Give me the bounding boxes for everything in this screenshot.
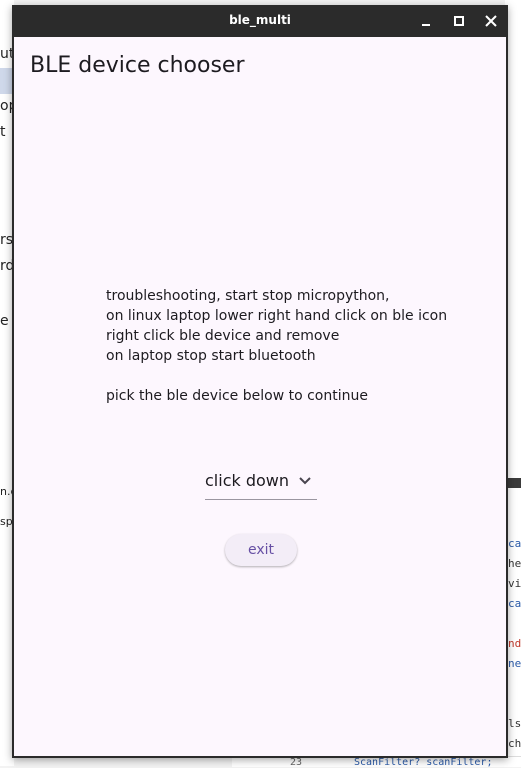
background-code: cat <box>508 537 521 550</box>
background-code: lsc <box>508 717 521 730</box>
background-line-number: 23 <box>290 757 303 768</box>
instruction-line: on laptop stop start bluetooth <box>106 348 316 364</box>
background-code: neu <box>508 657 521 670</box>
minimize-button[interactable] <box>416 11 436 31</box>
background-text: e <box>0 313 9 329</box>
background-code: cat <box>508 597 521 610</box>
background-code: vic <box>508 577 521 590</box>
background-code: her <box>508 557 521 570</box>
minimize-icon <box>422 24 430 26</box>
exit-button[interactable]: exit <box>225 534 297 566</box>
instruction-line: pick the ble device below to continue <box>106 388 368 404</box>
background-text: sp <box>0 515 13 528</box>
app-window: ble_multi BLE device chooser troubleshoo… <box>12 5 508 758</box>
window-titlebar[interactable]: ble_multi <box>12 5 508 36</box>
ble-device-dropdown[interactable]: click down <box>205 467 317 500</box>
chevron-down-icon <box>299 477 311 485</box>
instructions-text: troubleshooting, start stop micropython,… <box>106 286 447 406</box>
instruction-line: on linux laptop lower right hand click o… <box>106 308 448 324</box>
background-code: cha <box>508 737 521 750</box>
background-text: t <box>0 124 6 140</box>
dropdown-selected-value: click down <box>205 471 290 490</box>
maximize-icon <box>454 16 464 26</box>
instruction-line: right click ble device and remove <box>106 328 340 344</box>
maximize-button[interactable] <box>449 11 469 31</box>
page-title: BLE device chooser <box>30 53 245 78</box>
instruction-line <box>106 366 447 386</box>
app-content: BLE device chooser troubleshooting, star… <box>14 37 506 756</box>
background-code-line: ScanFilter? scanFilter; <box>354 757 493 768</box>
close-icon <box>485 15 497 27</box>
background-code: nds <box>508 637 521 650</box>
instruction-line: troubleshooting, start stop micropython, <box>106 288 390 304</box>
close-button[interactable] <box>481 11 501 31</box>
